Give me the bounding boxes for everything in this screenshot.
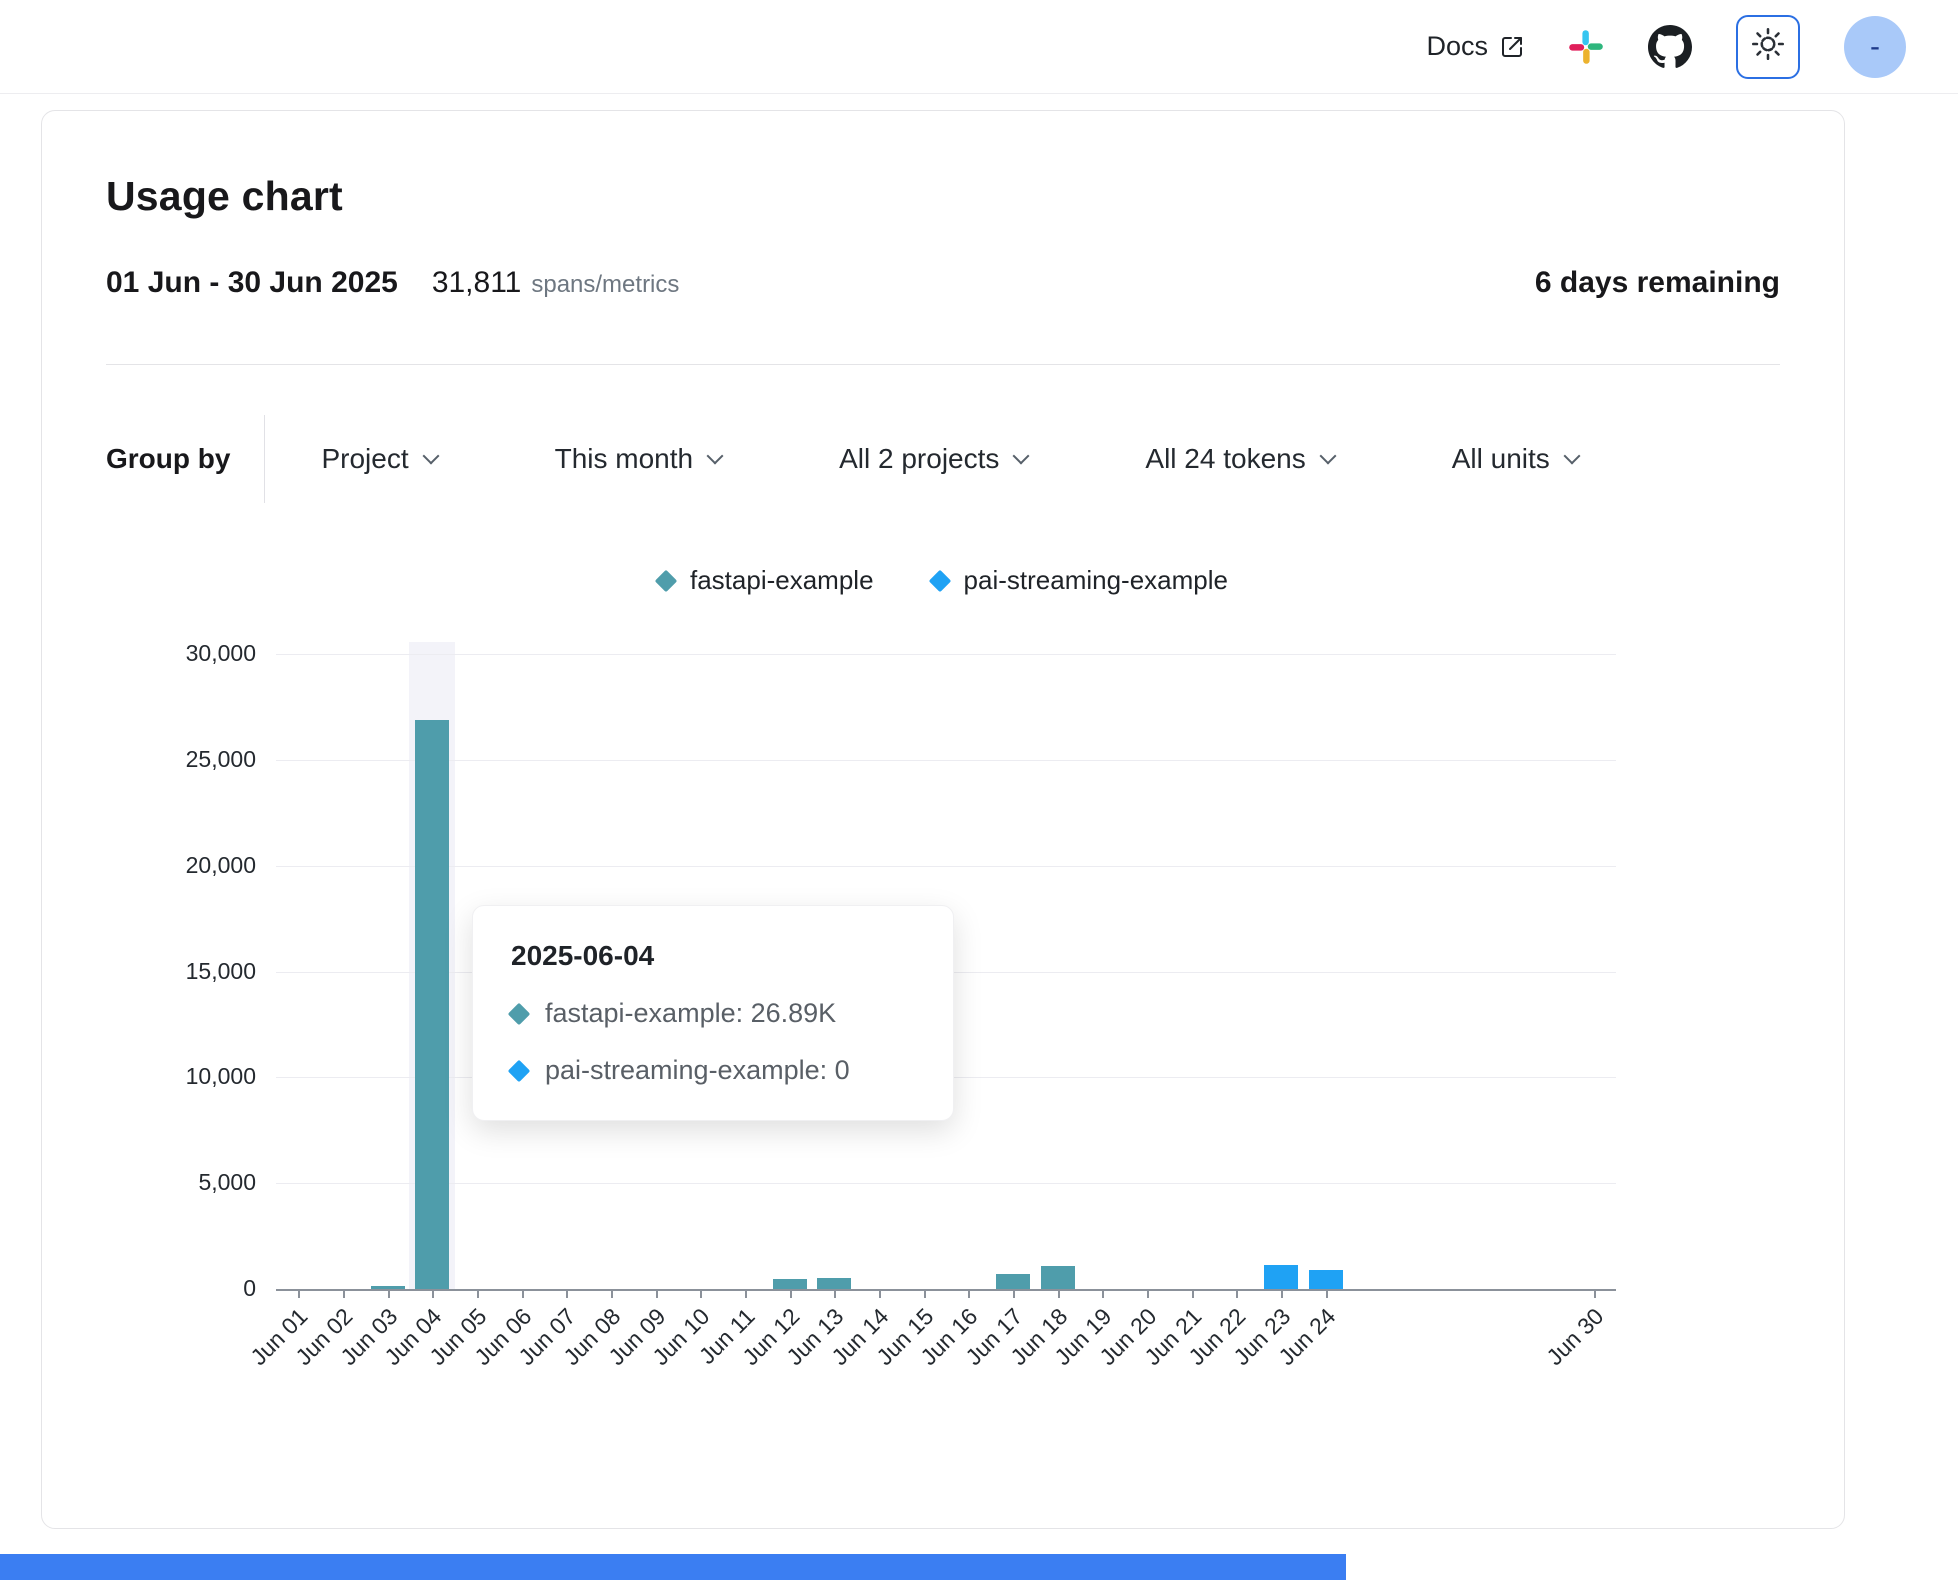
theme-toggle-button[interactable] bbox=[1736, 15, 1800, 79]
chart-tooltip: 2025-06-04 fastapi-example: 26.89K pai-s… bbox=[472, 905, 954, 1121]
chevron-down-icon bbox=[1013, 448, 1030, 465]
x-axis-tick bbox=[566, 1289, 568, 1298]
x-axis-tick bbox=[1147, 1289, 1149, 1298]
x-axis-tick bbox=[298, 1289, 300, 1298]
x-axis-tick bbox=[1013, 1289, 1015, 1298]
y-axis-label: 10,000 bbox=[106, 1063, 256, 1090]
x-axis-tick bbox=[968, 1289, 970, 1298]
dropdown-label: All 2 projects bbox=[839, 443, 999, 475]
x-axis-tick bbox=[343, 1289, 345, 1298]
x-axis-tick bbox=[700, 1289, 702, 1298]
projects-filter-dropdown[interactable]: All 2 projects bbox=[839, 443, 1027, 475]
tooltip-row-pai-streaming: pai-streaming-example: 0 bbox=[511, 1055, 915, 1086]
tooltip-row-text: pai-streaming-example: 0 bbox=[545, 1055, 850, 1086]
docs-link-label: Docs bbox=[1426, 31, 1488, 62]
bar-jun-13 bbox=[817, 1278, 851, 1289]
bar-jun-18 bbox=[1041, 1266, 1075, 1289]
filter-row: Group by Project This month All 2 projec… bbox=[106, 415, 1780, 503]
units-filter-dropdown[interactable]: All units bbox=[1452, 443, 1578, 475]
dropdown-label: Project bbox=[321, 443, 408, 475]
x-axis-tick bbox=[790, 1289, 792, 1298]
topbar: Docs bbox=[0, 0, 1958, 94]
legend-label: fastapi-example bbox=[690, 565, 874, 596]
slack-icon[interactable] bbox=[1568, 29, 1604, 65]
tooltip-diamond-icon bbox=[508, 1002, 531, 1025]
date-range: 01 Jun - 30 Jun 2025 bbox=[106, 266, 398, 300]
x-axis-tick bbox=[834, 1289, 836, 1298]
usage-count: 31,811 bbox=[432, 266, 522, 300]
x-axis-tick bbox=[656, 1289, 658, 1298]
y-axis-label: 15,000 bbox=[106, 958, 256, 985]
bar-jun-12 bbox=[773, 1279, 807, 1289]
legend-diamond-icon bbox=[928, 569, 951, 592]
usage-chart-card: Usage chart 01 Jun - 30 Jun 2025 31,811 … bbox=[41, 110, 1845, 1529]
tooltip-row-fastapi: fastapi-example: 26.89K bbox=[511, 998, 915, 1029]
x-axis-tick bbox=[477, 1289, 479, 1298]
x-axis-tick bbox=[1594, 1289, 1596, 1298]
usage-meta-row: 01 Jun - 30 Jun 2025 31,811 spans/metric… bbox=[106, 266, 1780, 300]
bar-jun-03 bbox=[371, 1286, 405, 1289]
docs-link[interactable]: Docs bbox=[1426, 31, 1524, 62]
x-axis-tick bbox=[1236, 1289, 1238, 1298]
group-by-project-dropdown[interactable]: Project bbox=[321, 443, 436, 475]
chart-legend: fastapi-example pai-streaming-example bbox=[106, 565, 1780, 596]
x-axis-tick bbox=[1102, 1289, 1104, 1298]
x-axis-tick bbox=[745, 1289, 747, 1298]
days-remaining: 6 days remaining bbox=[1535, 266, 1780, 300]
chevron-down-icon bbox=[707, 448, 724, 465]
tooltip-row-text: fastapi-example: 26.89K bbox=[545, 998, 836, 1029]
tooltip-date: 2025-06-04 bbox=[511, 940, 915, 972]
chevron-down-icon bbox=[1563, 448, 1580, 465]
bar-jun-23 bbox=[1264, 1265, 1298, 1289]
x-axis-label-text: Jun 30 bbox=[1541, 1303, 1609, 1371]
legend-item-pai-streaming[interactable]: pai-streaming-example bbox=[932, 565, 1228, 596]
x-axis-tick bbox=[1326, 1289, 1328, 1298]
tokens-filter-dropdown[interactable]: All 24 tokens bbox=[1145, 443, 1333, 475]
x-axis-tick bbox=[924, 1289, 926, 1298]
y-axis-label: 30,000 bbox=[106, 640, 256, 667]
x-axis-tick bbox=[522, 1289, 524, 1298]
legend-item-fastapi[interactable]: fastapi-example bbox=[658, 565, 874, 596]
x-axis-tick bbox=[879, 1289, 881, 1298]
y-axis-label: 25,000 bbox=[106, 746, 256, 773]
chevron-down-icon bbox=[1319, 448, 1336, 465]
y-axis-label: 20,000 bbox=[106, 852, 256, 879]
usage-unit: spans/metrics bbox=[531, 271, 679, 299]
external-link-icon bbox=[1500, 35, 1524, 59]
dropdown-label: All units bbox=[1452, 443, 1550, 475]
bar-jun-24 bbox=[1309, 1270, 1343, 1289]
x-axis-tick bbox=[388, 1289, 390, 1298]
group-by-label: Group by bbox=[106, 443, 230, 475]
sun-icon bbox=[1751, 27, 1785, 66]
dropdown-label: This month bbox=[555, 443, 694, 475]
section-divider bbox=[106, 364, 1780, 365]
bar-jun-04 bbox=[415, 720, 449, 1289]
y-axis-label: 5,000 bbox=[106, 1169, 256, 1196]
bar-jun-17 bbox=[996, 1274, 1030, 1289]
gridline bbox=[276, 1183, 1616, 1184]
chevron-down-icon bbox=[422, 448, 439, 465]
x-axis-tick bbox=[611, 1289, 613, 1298]
x-axis-tick bbox=[1192, 1289, 1194, 1298]
chart-plot[interactable]: 2025-06-04 fastapi-example: 26.89K pai-s… bbox=[106, 614, 1780, 1424]
page-title: Usage chart bbox=[106, 173, 1780, 220]
gridline bbox=[276, 866, 1616, 867]
x-axis-tick bbox=[1058, 1289, 1060, 1298]
gridline bbox=[276, 654, 1616, 655]
x-axis-tick bbox=[1281, 1289, 1283, 1298]
bottom-accent-bar bbox=[0, 1554, 1346, 1580]
avatar[interactable]: - bbox=[1844, 16, 1906, 78]
github-icon[interactable] bbox=[1648, 25, 1692, 69]
gridline bbox=[276, 760, 1616, 761]
avatar-label: - bbox=[1870, 30, 1880, 64]
filter-separator bbox=[264, 415, 265, 503]
dropdown-label: All 24 tokens bbox=[1145, 443, 1305, 475]
legend-diamond-icon bbox=[655, 569, 678, 592]
legend-label: pai-streaming-example bbox=[964, 565, 1228, 596]
x-axis-tick bbox=[432, 1289, 434, 1298]
y-axis-label: 0 bbox=[106, 1275, 256, 1302]
tooltip-diamond-icon bbox=[508, 1059, 531, 1082]
time-range-dropdown[interactable]: This month bbox=[555, 443, 722, 475]
